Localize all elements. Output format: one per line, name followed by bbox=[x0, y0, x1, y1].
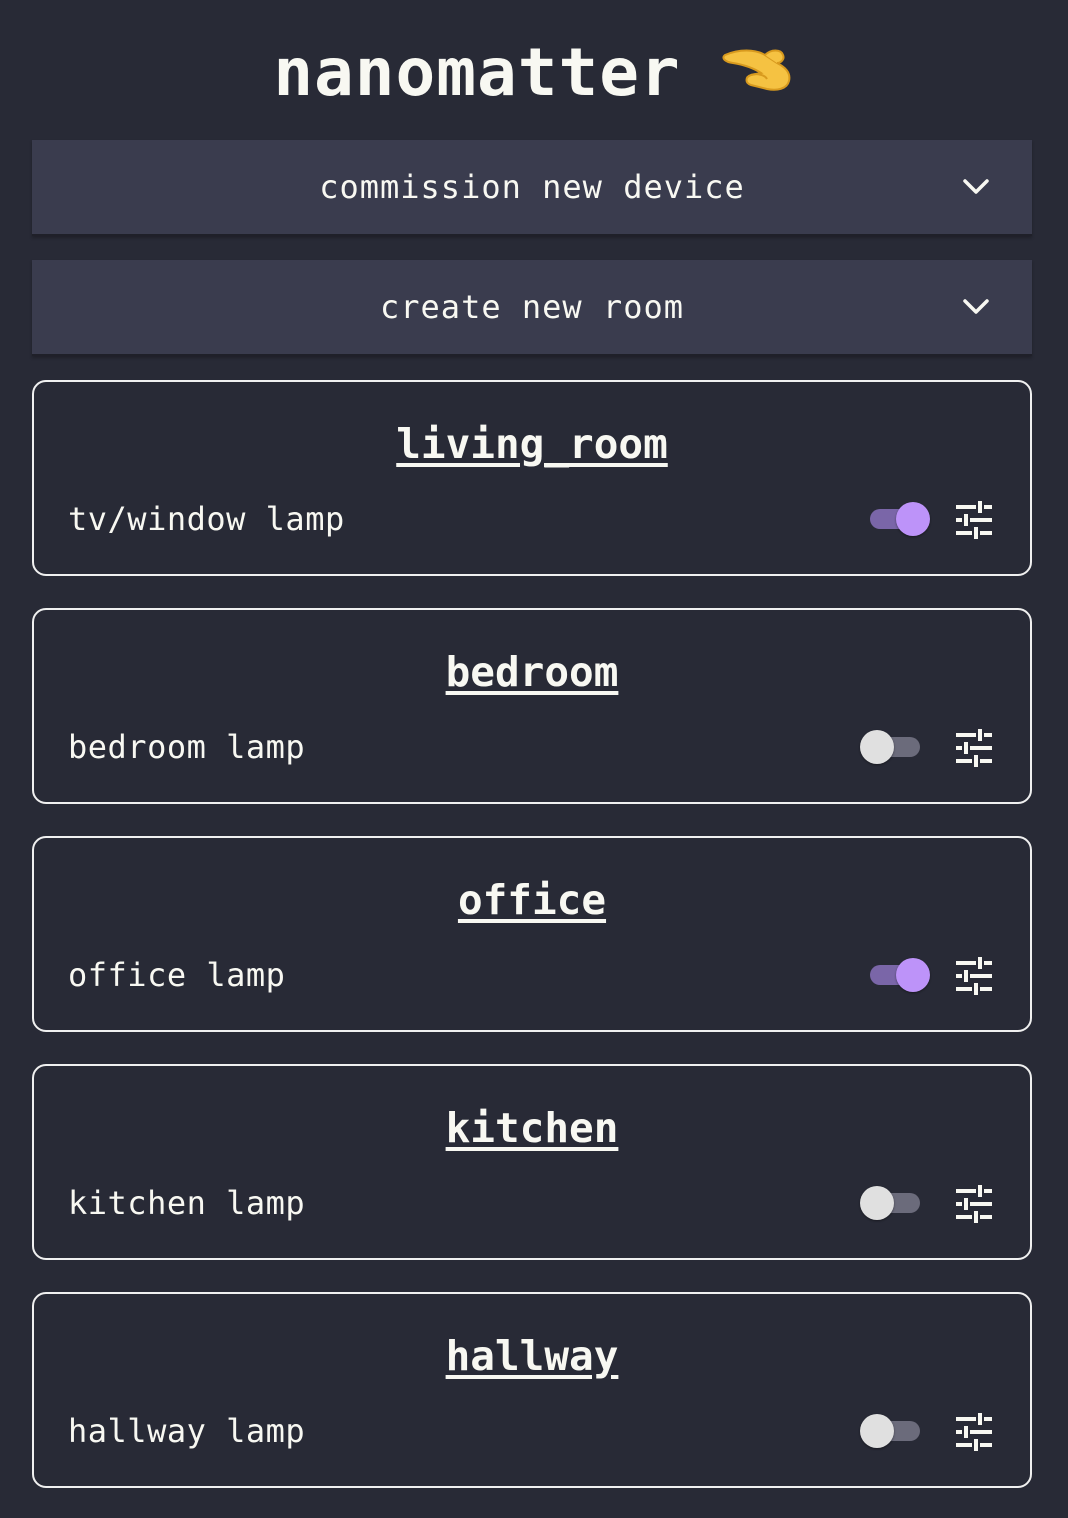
device-name: tv/window lamp bbox=[68, 500, 345, 538]
chevron-down-icon bbox=[963, 179, 989, 194]
room-title[interactable]: office bbox=[34, 876, 1030, 924]
toggle-knob bbox=[860, 730, 894, 764]
room-card-bedroom: bedroom bedroom lamp bbox=[32, 608, 1032, 804]
toggle-knob bbox=[896, 502, 930, 536]
accordion-label: create new room bbox=[380, 288, 684, 326]
device-row: bedroom lamp bbox=[34, 722, 1030, 774]
device-power-toggle[interactable] bbox=[864, 958, 930, 992]
toggle-knob bbox=[860, 1414, 894, 1448]
app-title: nanomatter bbox=[273, 33, 681, 111]
room-title[interactable]: hallway bbox=[34, 1332, 1030, 1380]
room-title[interactable]: kitchen bbox=[34, 1104, 1030, 1152]
room-title[interactable]: bedroom bbox=[34, 648, 1030, 696]
room-card-hallway: hallway hallway lamp bbox=[32, 1292, 1032, 1488]
device-power-toggle[interactable] bbox=[860, 1414, 926, 1448]
room-title[interactable]: living_room bbox=[34, 420, 1030, 468]
device-row: kitchen lamp bbox=[34, 1178, 1030, 1230]
device-row: tv/window lamp bbox=[34, 494, 1030, 546]
room-card-living-room: living_room tv/window lamp bbox=[32, 380, 1032, 576]
pinching-hand-icon bbox=[721, 43, 795, 93]
device-name: kitchen lamp bbox=[68, 1184, 306, 1222]
commission-device-accordion[interactable]: commission new device bbox=[32, 140, 1032, 236]
accordion-label: commission new device bbox=[319, 168, 745, 206]
device-name: bedroom lamp bbox=[68, 728, 306, 766]
device-power-toggle[interactable] bbox=[864, 502, 930, 536]
header: nanomatter bbox=[0, 22, 1068, 122]
tune-settings-icon[interactable] bbox=[954, 1184, 994, 1224]
room-card-office: office office lamp bbox=[32, 836, 1032, 1032]
device-name: hallway lamp bbox=[68, 1412, 306, 1450]
app-page: nanomatter commission new device create … bbox=[0, 0, 1068, 1518]
device-power-toggle[interactable] bbox=[860, 1186, 926, 1220]
tune-settings-icon[interactable] bbox=[954, 956, 994, 996]
toggle-knob bbox=[896, 958, 930, 992]
create-room-accordion[interactable]: create new room bbox=[32, 260, 1032, 356]
device-name: office lamp bbox=[68, 956, 286, 994]
chevron-down-icon bbox=[963, 299, 989, 314]
tune-settings-icon[interactable] bbox=[954, 728, 994, 768]
device-row: office lamp bbox=[34, 950, 1030, 1002]
toggle-knob bbox=[860, 1186, 894, 1220]
tune-settings-icon[interactable] bbox=[954, 1412, 994, 1452]
tune-settings-icon[interactable] bbox=[954, 500, 994, 540]
device-power-toggle[interactable] bbox=[860, 730, 926, 764]
device-row: hallway lamp bbox=[34, 1406, 1030, 1458]
room-card-kitchen: kitchen kitchen lamp bbox=[32, 1064, 1032, 1260]
